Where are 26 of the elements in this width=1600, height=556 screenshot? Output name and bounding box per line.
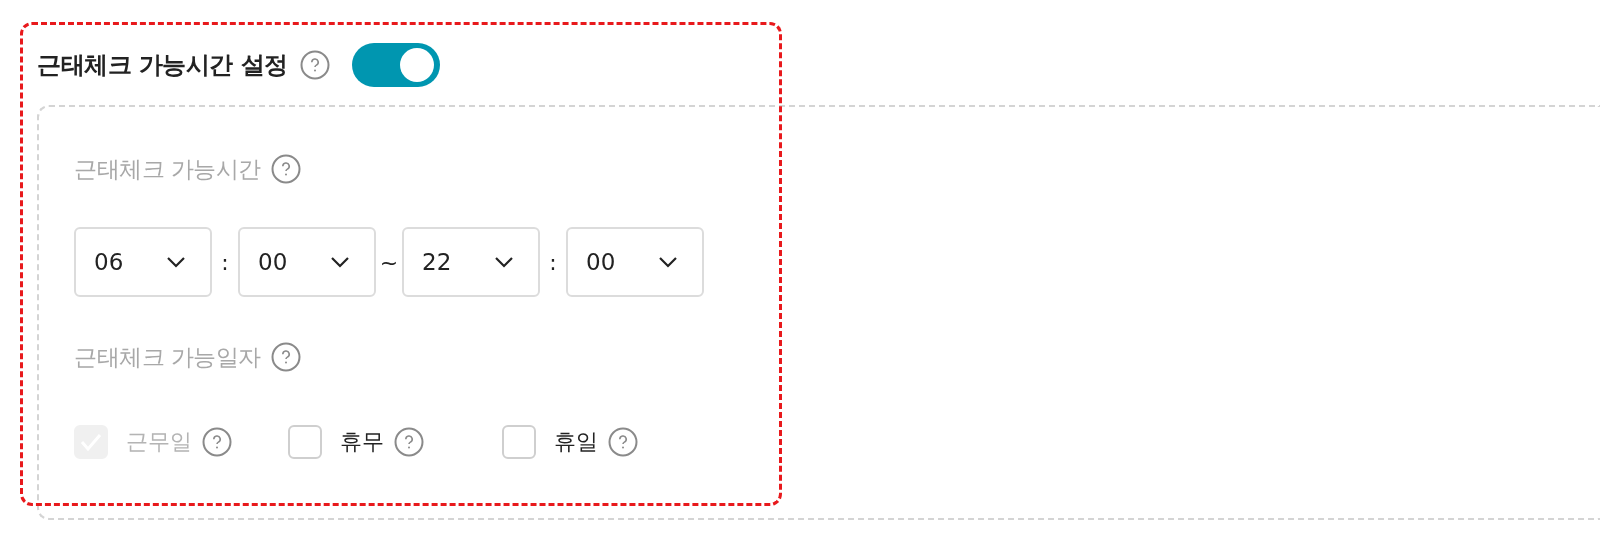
section-title: 근태체크 가능시간 설정 bbox=[37, 50, 288, 81]
chevron-icon bbox=[658, 256, 678, 268]
checkbox[interactable] bbox=[502, 425, 536, 459]
help-icon[interactable] bbox=[270, 342, 301, 372]
chevron-icon bbox=[494, 256, 514, 268]
time-dropdown[interactable]: 06 bbox=[74, 227, 212, 297]
checkbox[interactable] bbox=[288, 425, 322, 459]
chevron-icon bbox=[330, 256, 350, 268]
time-separator: ~ bbox=[378, 249, 400, 275]
checkbox-label: 휴일 bbox=[554, 428, 598, 456]
field-label: 근태체크 가능시간 bbox=[74, 154, 261, 184]
time-dropdown[interactable]: 00 bbox=[566, 227, 704, 297]
checkbox-label: 휴무 bbox=[340, 428, 384, 456]
checkbox-label: 근무일 bbox=[126, 428, 192, 456]
field-label: 근태체크 가능일자 bbox=[74, 342, 261, 372]
help-icon[interactable] bbox=[202, 427, 232, 457]
toggle-switch[interactable] bbox=[351, 43, 440, 87]
help-icon[interactable] bbox=[270, 154, 301, 184]
time-dropdown[interactable]: 22 bbox=[402, 227, 540, 297]
help-icon[interactable] bbox=[608, 427, 638, 457]
chevron-icon bbox=[166, 256, 186, 268]
help-icon[interactable] bbox=[394, 427, 424, 457]
time-separator: : bbox=[220, 249, 230, 275]
time-dropdown[interactable]: 00 bbox=[238, 227, 376, 297]
time-separator: : bbox=[548, 249, 558, 275]
help-icon[interactable] bbox=[299, 50, 330, 80]
